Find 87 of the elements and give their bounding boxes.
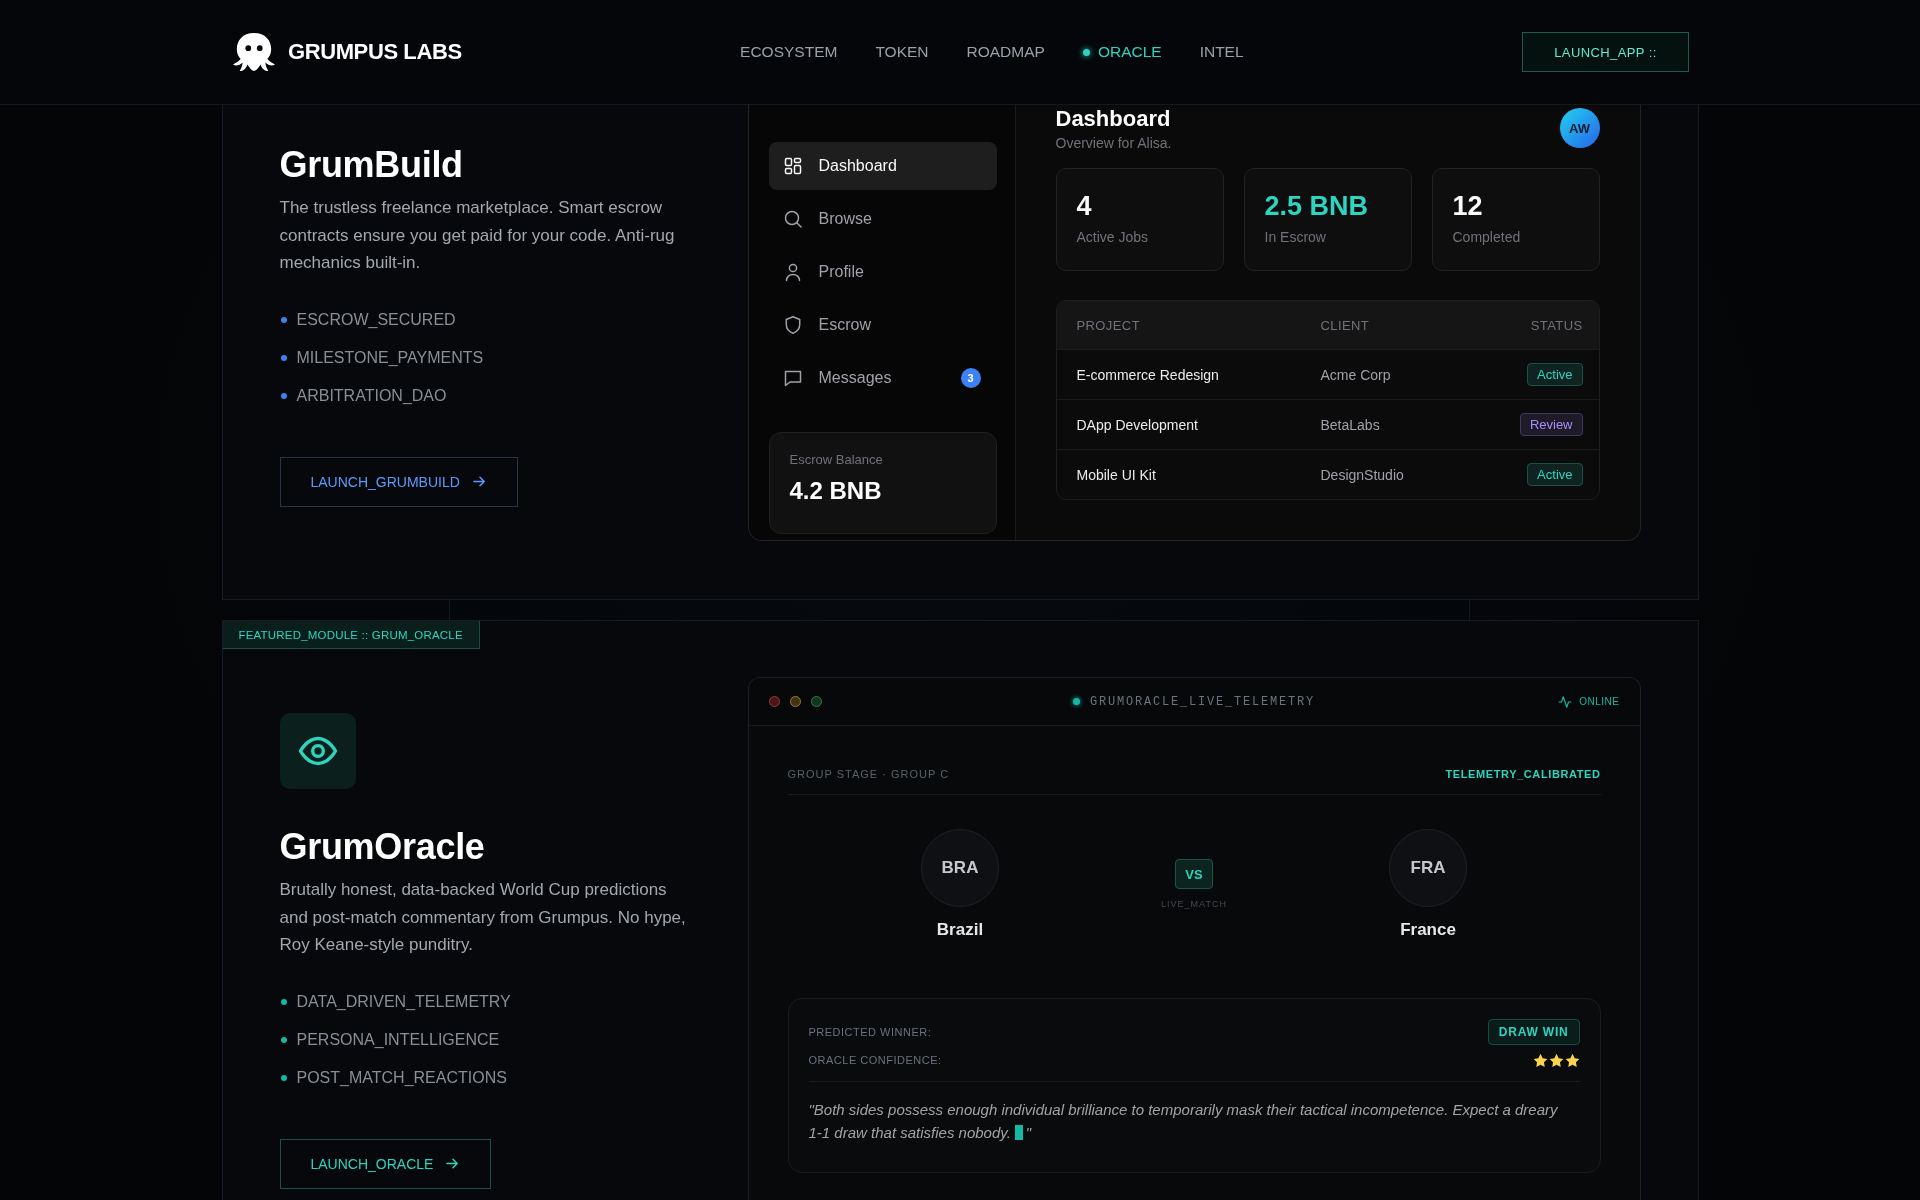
bullet-dot-icon <box>280 354 287 361</box>
featured-module-tag: FEATURED_MODULE :: GRUM_ORACLE <box>222 621 480 649</box>
stat-label: Completed <box>1452 229 1521 245</box>
bullet-dot-icon <box>280 316 287 323</box>
section-title: GrumOracle <box>279 825 485 869</box>
team-code-badge: BRA <box>921 829 999 907</box>
closing-quote: " <box>1025 1123 1032 1143</box>
brand-name: GRUMPUS LABS <box>288 39 462 65</box>
bullet-dot-icon <box>280 1074 287 1081</box>
status-badge: Active <box>1527 463 1583 486</box>
table-cell: Mobile UI Kit <box>1076 466 1156 483</box>
bullet-dot-icon <box>280 1036 287 1043</box>
balance-label: Escrow Balance <box>789 452 883 467</box>
sidebar-item[interactable]: Browse <box>768 195 997 243</box>
table-cell: Acme Corp <box>1320 366 1391 383</box>
connection-status: ONLINE <box>1579 696 1620 707</box>
octopus-logo-icon <box>231 31 277 73</box>
stat-label: Active Jobs <box>1076 229 1149 245</box>
nav-link[interactable]: TOKEN <box>875 43 929 61</box>
stat-value: 12 <box>1452 190 1483 223</box>
launch-app-button[interactable]: LAUNCH_APP :: <box>1522 32 1689 72</box>
bullet-dot-icon <box>280 998 287 1005</box>
commentary-quote: "Both sides possess enough individual brilliance to temporarily mask their tactical incompetence. Expect a dreary <box>808 1100 1558 1120</box>
search-icon <box>782 209 803 229</box>
eye-icon <box>279 713 356 789</box>
table-cell: DApp Development <box>1076 416 1198 433</box>
section-description: The trustless freelance marketplace. Smart escrow contracts ensure you get paid for your code. Anti-rug mechanics built-in. <box>279 197 676 274</box>
section-description: Brutally honest, data-backed World Cup predictions and post-match commentary from Grumpus. No hype, Roy Keane-style punditry. <box>279 879 687 956</box>
sidebar-item[interactable]: Profile <box>768 248 997 296</box>
window-minimize-icon <box>789 696 801 707</box>
match-stage: GROUP STAGE · GROUP C <box>787 767 950 782</box>
feature-label: DATA_DRIVEN_TELEMETRY <box>296 992 511 1011</box>
nav-link[interactable]: INTEL <box>1199 43 1244 61</box>
feature-label: MILESTONE_PAYMENTS <box>296 348 484 367</box>
nav-link[interactable]: ECOSYSTEM <box>740 43 838 61</box>
launch-oracle-button[interactable]: LAUNCH_ORACLE <box>279 1138 492 1189</box>
match-status: LIVE_MATCH <box>1161 899 1227 909</box>
feature-label: ESCROW_SECURED <box>296 310 456 329</box>
table-cell: DesignStudio <box>1320 466 1404 483</box>
calibration-status: TELEMETRY_CALIBRATED <box>1445 767 1601 782</box>
star-icon <box>1564 1052 1580 1068</box>
dashboard-subheading: Overview for Alisa. <box>1055 134 1172 152</box>
feature-label: POST_MATCH_REACTIONS <box>296 1068 507 1087</box>
stat-value: 2.5 BNB <box>1264 190 1369 223</box>
column-header: CLIENT <box>1320 317 1370 333</box>
nav-link[interactable]: ORACLE <box>1082 43 1162 61</box>
commentary-quote: 1-1 draw that satisfies nobody. <box>808 1123 1011 1143</box>
star-icon <box>1532 1052 1548 1068</box>
status-badge: Review <box>1519 413 1583 436</box>
nav-link[interactable]: ROADMAP <box>966 43 1045 61</box>
feature-label: PERSONA_INTELLIGENCE <box>296 1030 500 1049</box>
team-name: France <box>1400 919 1456 941</box>
arrow-right-icon <box>471 474 487 489</box>
section-title: GrumBuild <box>279 143 463 187</box>
column-header: STATUS <box>1530 317 1583 333</box>
team-code-badge: FRA <box>1389 829 1467 907</box>
grid-icon <box>782 156 803 176</box>
window-close-icon <box>768 696 780 707</box>
window-title: GRUMORACLE_LIVE_TELEMETRY <box>1090 694 1315 709</box>
arrow-right-icon <box>445 1156 461 1171</box>
stat-label: In Escrow <box>1264 229 1326 245</box>
team-name: Brazil <box>936 919 984 941</box>
unread-badge: 3 <box>960 368 981 388</box>
prediction-label: PREDICTED WINNER: <box>808 1026 932 1038</box>
dashboard-heading: Dashboard <box>1055 106 1172 132</box>
window-maximize-icon <box>810 696 822 707</box>
chat-bubble-icon <box>782 368 803 388</box>
sidebar-item[interactable]: Dashboard <box>768 142 997 190</box>
pulse-icon <box>1558 694 1573 709</box>
sidebar-item[interactable]: Escrow <box>768 301 997 349</box>
table-cell: E-commerce Redesign <box>1076 366 1219 383</box>
winner-badge: DRAW WIN <box>1487 1019 1580 1045</box>
user-avatar: AW <box>1559 108 1600 148</box>
bullet-dot-icon <box>280 392 287 399</box>
feature-label: ARBITRATION_DAO <box>296 386 447 405</box>
stat-value: 4 <box>1076 190 1092 223</box>
status-badge: Active <box>1527 363 1583 386</box>
launch-grumbuild-button[interactable]: LAUNCH_GRUMBUILD <box>279 456 518 507</box>
balance-value: 4.2 BNB <box>789 477 882 505</box>
column-header: PROJECT <box>1076 317 1140 333</box>
versus-badge: VS <box>1175 859 1213 889</box>
table-cell: BetaLabs <box>1320 416 1380 433</box>
sidebar-item[interactable]: Messages 3 <box>768 354 997 402</box>
text-cursor-icon <box>1014 1125 1023 1140</box>
prediction-label: ORACLE CONFIDENCE: <box>808 1054 942 1066</box>
star-icon <box>1548 1052 1564 1068</box>
active-dot-icon <box>1082 48 1090 56</box>
